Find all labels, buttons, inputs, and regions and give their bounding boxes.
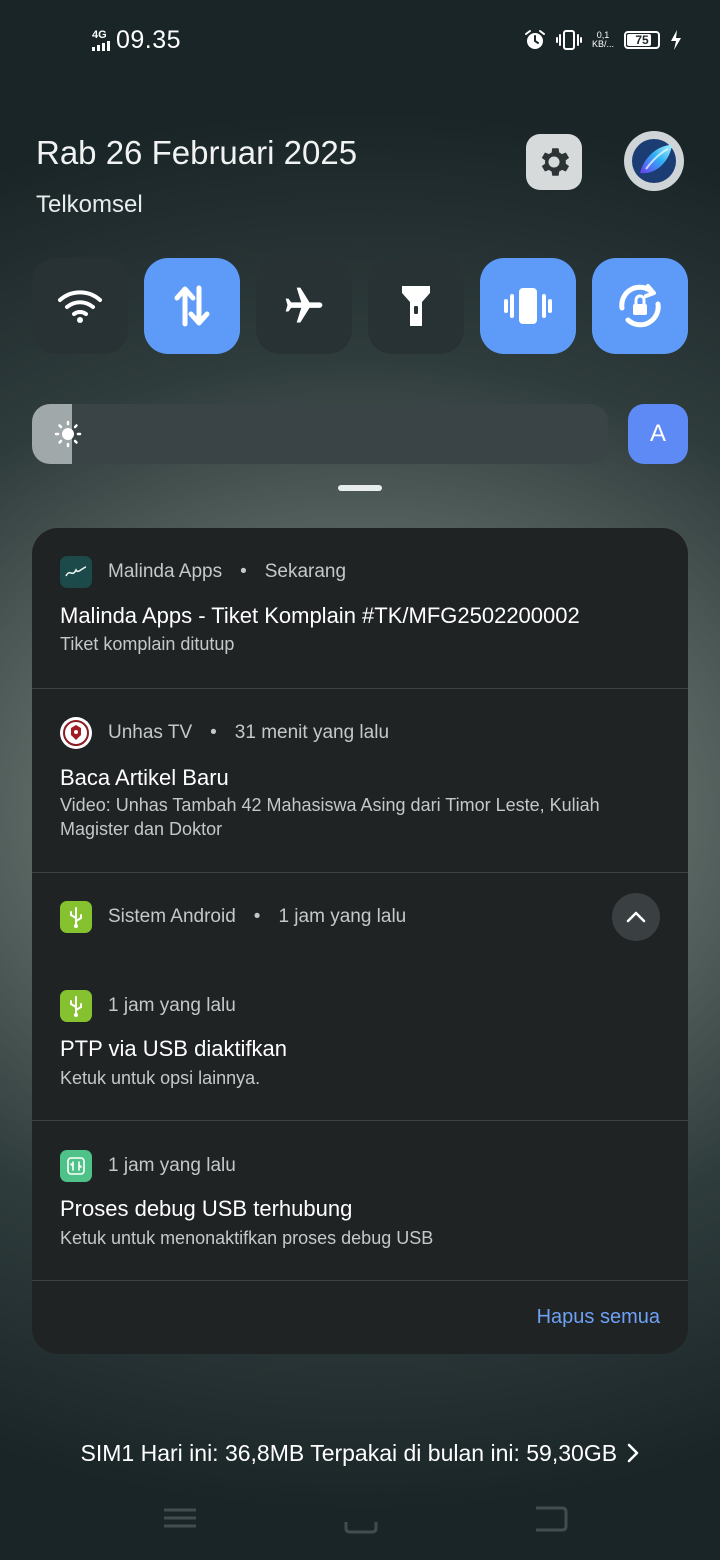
chevron-up-icon — [626, 911, 646, 923]
notification-header: Sistem Android • 1 jam yang lalu — [60, 901, 406, 933]
notification-body: Ketuk untuk menonaktifkan proses debug U… — [60, 1228, 434, 1248]
notification-body: Ketuk untuk opsi lainnya. — [60, 1068, 261, 1088]
mobile-data-tile[interactable] — [144, 258, 240, 354]
navigation-bar — [164, 1506, 568, 1534]
notification-body: Video: Unhas Tambah 42 Mahasiswa Asing d… — [60, 795, 600, 839]
notification-body: Tiket komplain ditutup — [60, 634, 235, 654]
carrier-label: Telkomsel — [36, 191, 143, 218]
clear-all-button[interactable]: Hapus semua — [537, 1306, 660, 1329]
net-speed-unit: KB/... — [591, 39, 614, 49]
clock: 09.35 — [116, 25, 182, 54]
data-usage-link[interactable]: SIM1 Hari ini: 36,8MB Terpakai di bulan … — [0, 1440, 720, 1467]
notification-time: 1 jam yang lalu — [278, 906, 407, 927]
wifi-icon — [58, 290, 102, 323]
charging-icon — [671, 30, 681, 50]
notification-title: PTP via USB diaktifkan — [60, 1036, 288, 1061]
notification-time: 1 jam yang lalu — [108, 995, 236, 1016]
separator-dot: • — [240, 561, 247, 582]
flashlight-tile[interactable] — [368, 258, 464, 354]
menu-nav-icon — [164, 1508, 196, 1528]
debug-app-icon — [60, 1150, 92, 1182]
auto-rotate-tile[interactable] — [592, 258, 688, 354]
separator-dot: • — [210, 722, 217, 743]
wifi-tile[interactable] — [32, 258, 128, 354]
notification-time: Sekarang — [264, 561, 347, 582]
settings-button[interactable] — [526, 134, 582, 190]
app-name: Malinda Apps — [108, 561, 223, 582]
battery-level: 75 — [635, 33, 649, 47]
chevron-right-icon — [628, 1443, 639, 1463]
signal-indicator: 4G — [92, 28, 110, 51]
battery-icon: 75 — [624, 31, 660, 49]
notification-group-android[interactable]: Sistem Android • 1 jam yang lalu 1 jam y… — [32, 873, 688, 1121]
sun-icon — [54, 420, 82, 448]
notification-title: Malinda Apps - Tiket Komplain #TK/MFG250… — [60, 603, 580, 628]
status-bar-left: 4G 09.35 — [92, 24, 181, 56]
auto-rotate-icon — [619, 284, 661, 328]
vibrate-icon — [504, 288, 552, 324]
vibrate-status-icon — [555, 30, 582, 50]
notification-title: Proses debug USB terhubung — [60, 1196, 353, 1221]
collapse-group-button[interactable] — [612, 893, 660, 941]
usb-app-icon — [60, 990, 92, 1022]
notification-time: 31 menit yang lalu — [234, 722, 390, 743]
data-usage-text: SIM1 Hari ini: 36,8MB Terpakai di bulan … — [80, 1440, 618, 1466]
alarm-icon — [524, 30, 545, 49]
notification-panel: Malinda Apps • Sekarang Malinda Apps - T… — [32, 528, 688, 1354]
notification-malinda[interactable]: Malinda Apps • Sekarang Malinda Apps - T… — [32, 528, 688, 689]
network-type: 4G — [92, 28, 107, 41]
back-nav-icon — [536, 1506, 568, 1532]
orb-icon — [632, 139, 676, 183]
child-notification-header: 1 jam yang lalu — [60, 1150, 236, 1182]
signal-bars-icon — [92, 40, 110, 51]
notification-title: Baca Artikel Baru — [60, 765, 229, 790]
flashlight-icon — [402, 286, 430, 326]
airplane-icon — [285, 287, 323, 323]
home-nav-icon — [344, 1522, 378, 1534]
date-label: Rab 26 Februari 2025 — [36, 134, 358, 171]
app-name: Unhas TV — [108, 722, 193, 743]
notification-time: 1 jam yang lalu — [108, 1155, 236, 1176]
drag-handle[interactable] — [338, 485, 382, 491]
unhas-app-icon — [60, 717, 92, 749]
malinda-app-icon — [60, 556, 92, 588]
child-notification-header: 1 jam yang lalu — [60, 990, 236, 1022]
app-name: Sistem Android — [108, 906, 236, 927]
notification-usb-debug[interactable]: 1 jam yang lalu Proses debug USB terhubu… — [32, 1121, 688, 1281]
auto-brightness-button[interactable]: A — [628, 404, 688, 464]
notification-header: Unhas TV • 31 menit yang lalu — [60, 717, 389, 749]
status-bar-right: 0,1 KB/... 75 — [524, 26, 682, 54]
usb-app-icon — [60, 901, 92, 933]
brightness-slider[interactable] — [32, 404, 608, 464]
airplane-mode-tile[interactable] — [256, 258, 352, 354]
separator-dot: • — [253, 906, 261, 927]
vibrate-tile[interactable] — [480, 258, 576, 354]
notification-header: Malinda Apps • Sekarang — [60, 556, 346, 588]
mobile-data-icon — [174, 285, 210, 327]
net-speed: 0,1 KB/... — [592, 31, 614, 49]
notification-unhas[interactable]: Unhas TV • 31 menit yang lalu Baca Artik… — [32, 689, 688, 873]
assistant-orb-button[interactable] — [624, 131, 684, 191]
gear-icon — [541, 148, 570, 176]
